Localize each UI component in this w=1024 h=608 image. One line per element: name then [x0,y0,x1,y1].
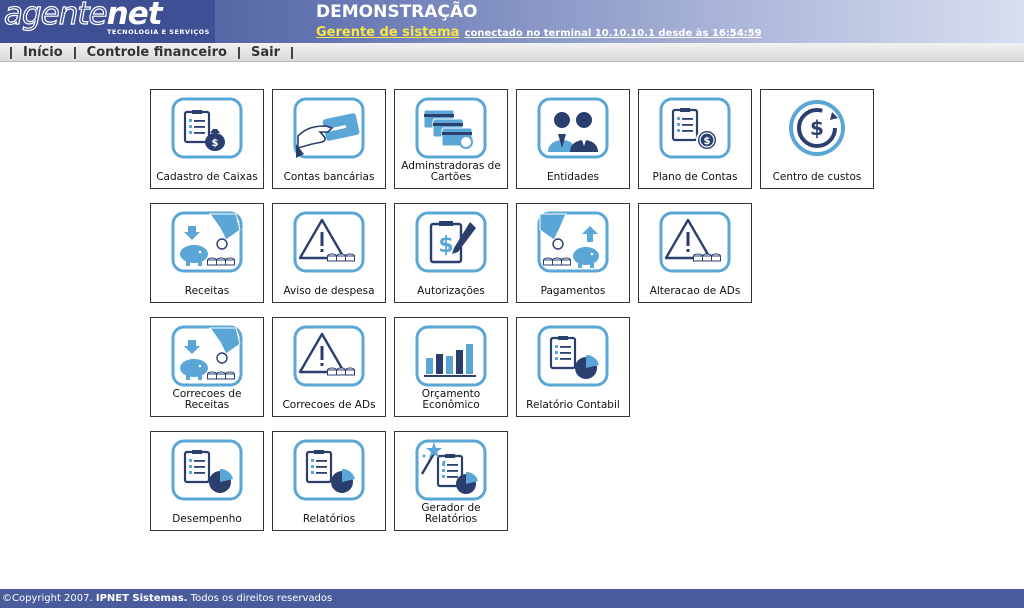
piggy-bank-up-icon [536,210,610,274]
menu-tile-label: Plano de Contas [652,171,738,183]
menu-tile-aviso-de-despesa[interactable]: Aviso de despesa [272,203,386,303]
menu-tile-label: Autorizações [417,285,485,297]
warning-coins-icon [292,210,366,274]
svg-text:$: $ [810,116,824,140]
connection-info: conectado no terminal 10.10.10.1 desde à… [464,28,762,39]
clipboard-dollar-pen-icon: $ [414,210,488,274]
menu-tile-label: Desempenho [172,513,242,525]
svg-text:$: $ [438,233,453,258]
menu-tile-label: Centro de custos [772,171,862,183]
menu-tile-correcoes-de-receitas[interactable]: Correcoes de Receitas [150,317,264,417]
piggy-bank-down-icon [170,210,244,274]
menu-tile-label: Aviso de despesa [283,285,375,297]
clipboard-coin-icon: $ [658,96,732,160]
menu-tile-label: Orçamento Econômico [421,388,481,411]
nav-separator [73,46,76,59]
menu-tile-label: Contas bancárias [283,171,375,183]
menu-tile-label: Gerador de Relatórios [421,502,481,525]
nav-separator [237,46,240,59]
report-pie-icon [292,438,366,502]
menu-tile-label: Adminstradoras de Cartões [401,160,501,183]
nav-item-inicio[interactable]: Início [23,45,63,60]
svg-text:$: $ [212,138,219,149]
menu-tile-pagamentos[interactable]: Pagamentos [516,203,630,303]
menu-tile-relatorio-contabil[interactable]: Relatório Contabil [516,317,630,417]
user-role-link[interactable]: Gerente de sistema [316,25,459,40]
footer-rights: Todos os direitos reservados [190,593,333,604]
menu-tile-label: Correcoes de ADs [282,399,376,411]
people-icon [536,96,610,160]
nav-item-sair[interactable]: Sair [251,45,280,60]
hand-card-icon [292,96,366,160]
logo-tagline: TECNOLOGIA E SERVIÇOS [107,28,210,36]
menu-tile-gerador-de-relatorios[interactable]: Gerador de Relatórios [394,431,508,531]
user-info: Gerente de sistema conectado no terminal… [316,21,762,40]
bar-chart-icon [414,324,488,388]
menu-tile-relatorios[interactable]: Relatórios [272,431,386,531]
dollar-cycle-icon: $ [780,96,854,160]
menu-tile-adminstradoras-de-cartoes[interactable]: Adminstradoras de Cartões [394,89,508,189]
svg-text:$: $ [704,136,711,147]
nav-separator [291,46,293,59]
page-title: DEMONSTRAÇÃO [316,2,478,22]
report-pie-icon [170,438,244,502]
menu-tile-label: Cadastro de Caixas [156,171,258,183]
menu-tile-label: Entidades [546,171,600,183]
menu-tile-cadastro-de-caixas[interactable]: $ Cadastro de Caixas [150,89,264,189]
menu-tile-label: Relatórios [302,513,356,525]
footer: ©Copyright 2007. IPNET Sistemas. Todos o… [0,589,1024,608]
warning-coins-icon [658,210,732,274]
menu-tile-autorizacoes[interactable]: $ Autorizações [394,203,508,303]
menu-tile-label: Pagamentos [540,285,606,297]
menu-tile-orcamento-economico[interactable]: Orçamento Econômico [394,317,508,417]
nav-bar: Início Controle financeiro Sair [0,43,1024,62]
menu-tile-contas-bancarias[interactable]: Contas bancárias [272,89,386,189]
menu-tile-receitas[interactable]: Receitas [150,203,264,303]
menu-tile-desempenho[interactable]: Desempenho [150,431,264,531]
piggy-bank-down-icon [170,324,244,388]
report-pie-icon [536,324,610,388]
menu-tile-centro-de-custos[interactable]: $ Centro de custos [760,89,874,189]
menu-tile-alteracao-de-ads[interactable]: Alteracao de ADs [638,203,752,303]
warning-coins-icon [292,324,366,388]
menu-tile-label: Correcoes de Receitas [172,388,242,411]
nav-separator [10,46,12,59]
nav-item-controle-financeiro[interactable]: Controle financeiro [87,45,227,60]
app-header: agentenet TECNOLOGIA E SERVIÇOS DEMONSTR… [0,0,1024,43]
menu-tile-entidades[interactable]: Entidades [516,89,630,189]
cards-stack-icon [414,96,488,160]
app-logo: agentenet TECNOLOGIA E SERVIÇOS [0,0,215,43]
menu-tile-label: Alteracao de ADs [649,285,741,297]
clipboard-moneybag-icon: $ [170,96,244,160]
menu-tile-label: Relatório Contabil [526,399,620,411]
menu-tile-label: Receitas [184,285,230,297]
footer-copyright: ©Copyright 2007. [2,593,93,604]
menu-tile-correcoes-de-ads[interactable]: Correcoes de ADs [272,317,386,417]
menu-tile-plano-de-contas[interactable]: $ Plano de Contas [638,89,752,189]
report-wand-icon [414,438,488,502]
footer-company: IPNET Sistemas. [95,593,188,604]
